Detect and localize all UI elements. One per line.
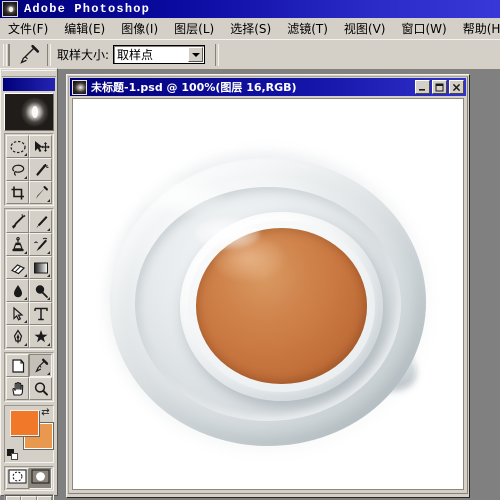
sample-size-dropdown[interactable]: 取样点: [113, 45, 206, 64]
photoshop-application-window: Adobe Photoshop 文件(F) 编辑(E) 图像(I) 图层(L) …: [0, 0, 500, 500]
toolbox-palette: ⇄: [0, 68, 58, 500]
screen-mode-group: [4, 494, 54, 500]
tool-options-bar: 取样大小: 取样点: [0, 39, 500, 70]
hand-icon: [9, 381, 27, 397]
options-separator-1: [47, 43, 51, 66]
path-selection-tool[interactable]: [6, 302, 29, 325]
close-button[interactable]: [449, 80, 464, 94]
marquee-tool[interactable]: [6, 135, 29, 158]
standard-mode-button[interactable]: [6, 468, 29, 489]
image-canvas[interactable]: [72, 98, 464, 490]
tool-group-painting: [4, 208, 54, 350]
menu-window[interactable]: 窗口(W): [394, 19, 453, 38]
document-title: 未标题-1.psd @ 100%(图层 16,RGB): [91, 81, 297, 94]
saucer-highlight: [139, 177, 226, 216]
paintbrush-tool[interactable]: [29, 210, 52, 233]
fullscreen-button[interactable]: [36, 496, 52, 500]
tool-group-selection: [4, 133, 54, 206]
zoom-tool[interactable]: [29, 377, 52, 400]
history-brush-tool[interactable]: [29, 233, 52, 256]
tool-group-utility: [4, 352, 54, 402]
type-t-icon: [32, 306, 50, 322]
menubar: 文件(F) 编辑(E) 图像(I) 图层(L) 选择(S) 滤镜(T) 视图(V…: [0, 18, 500, 40]
sample-size-value: 取样点: [117, 48, 154, 62]
menu-edit[interactable]: 编辑(E): [57, 19, 112, 38]
teacup-on-saucer: [73, 99, 463, 489]
magnifier-icon: [32, 381, 50, 397]
maximize-button[interactable]: [432, 80, 447, 94]
minimize-button[interactable]: [415, 80, 430, 94]
airbrush-icon: [9, 213, 27, 230]
cup-highlight: [193, 217, 261, 250]
menu-view[interactable]: 视图(V): [337, 19, 393, 38]
blur-tool[interactable]: [6, 279, 29, 302]
pen-tool[interactable]: [6, 325, 29, 348]
menu-help[interactable]: 帮助(H): [456, 19, 500, 38]
photoshop-eye-logo: [4, 93, 54, 131]
swap-arrows-icon[interactable]: ⇄: [40, 407, 51, 418]
foreground-color-swatch[interactable]: [10, 410, 39, 436]
toolbox-titlebar[interactable]: [3, 78, 55, 91]
quick-mask-group: [4, 466, 54, 491]
crop-icon: [9, 185, 27, 201]
color-swatches: ⇄: [4, 405, 54, 463]
application-title: Adobe Photoshop: [24, 2, 151, 16]
eraser-tool[interactable]: [6, 256, 29, 279]
photoshop-eye-icon[interactable]: [2, 1, 18, 17]
clone-stamp-tool[interactable]: [6, 233, 29, 256]
quick-mask-mode-icon: [31, 469, 50, 489]
gradient-tool[interactable]: [29, 256, 52, 279]
document-window: 未标题-1.psd @ 100%(图层 16,RGB): [66, 74, 470, 498]
airbrush-tool[interactable]: [6, 210, 29, 233]
quick-mask-mode-button[interactable]: [29, 468, 52, 489]
standard-screen-button[interactable]: [6, 496, 22, 500]
document-eye-icon: [72, 79, 87, 95]
fullscreen-menubar-button[interactable]: [21, 496, 37, 500]
menu-image[interactable]: 图像(I): [114, 19, 165, 38]
hand-tool[interactable]: [6, 377, 29, 400]
notes-tool[interactable]: [6, 354, 29, 377]
application-titlebar: Adobe Photoshop: [0, 0, 500, 18]
type-tool[interactable]: [29, 302, 52, 325]
lasso-tool[interactable]: [6, 158, 29, 181]
magic-wand-icon: [32, 162, 50, 178]
move-tool[interactable]: [29, 135, 52, 158]
document-titlebar[interactable]: 未标题-1.psd @ 100%(图层 16,RGB): [70, 78, 466, 96]
menu-select[interactable]: 选择(S): [223, 19, 278, 38]
sample-size-label: 取样大小:: [57, 48, 110, 62]
shape-tool[interactable]: [29, 325, 52, 348]
reset-colors-icon[interactable]: [7, 449, 18, 460]
eyedropper-icon[interactable]: [15, 43, 41, 67]
slice-tool[interactable]: [29, 181, 52, 204]
eyedropper-tool[interactable]: [29, 354, 52, 377]
dodge-tool[interactable]: [29, 279, 52, 302]
chevron-down-icon[interactable]: [188, 47, 204, 62]
magic-wand-tool[interactable]: [29, 158, 52, 181]
options-bar-drag-grip[interactable]: [3, 43, 9, 66]
options-separator-2: [215, 43, 220, 66]
toolbox-drag-grip[interactable]: [2, 70, 56, 77]
move-arrow-icon: [32, 139, 50, 155]
crop-tool[interactable]: [6, 181, 29, 204]
notes-page-icon: [9, 358, 27, 374]
menu-layer[interactable]: 图层(L): [167, 19, 221, 38]
menu-filter[interactable]: 滤镜(T): [280, 19, 335, 38]
standard-mode-icon: [8, 469, 27, 489]
menu-file[interactable]: 文件(F): [1, 19, 55, 38]
window-controls: [415, 80, 464, 94]
